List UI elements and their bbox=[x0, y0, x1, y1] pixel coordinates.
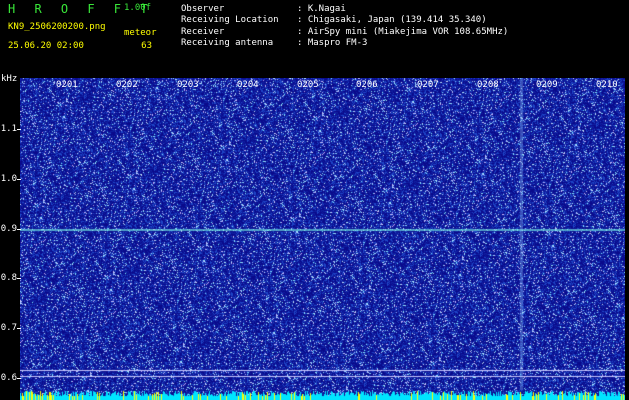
y-tick-mark bbox=[17, 278, 21, 279]
time-label: 0208 bbox=[477, 80, 499, 90]
time-label: 0201 bbox=[56, 80, 78, 90]
y-tick-label: 0.7 bbox=[0, 323, 17, 333]
time-label: 0203 bbox=[177, 80, 199, 90]
version-label: 1.00f bbox=[124, 3, 152, 13]
receiver-label: Receiver bbox=[181, 27, 225, 37]
y-tick-label: 0.8 bbox=[0, 273, 17, 283]
time-label: 0204 bbox=[237, 80, 259, 90]
y-tick-label: 0.9 bbox=[0, 224, 17, 234]
y-tick-label: 1.1 bbox=[0, 124, 17, 134]
y-tick-mark bbox=[17, 378, 21, 379]
antenna-value: : Maspro FM-3 bbox=[297, 38, 368, 48]
y-tick-label: 1.0 bbox=[0, 174, 17, 184]
meteor-count: 63 bbox=[141, 41, 152, 51]
y-tick-label: 0.6 bbox=[0, 373, 17, 383]
y-tick-mark bbox=[17, 229, 21, 230]
y-tick-mark bbox=[17, 179, 21, 180]
meteor-label: meteor bbox=[124, 28, 157, 38]
time-label: 0210 bbox=[596, 80, 618, 90]
datetime-label: 25.06.20 02:00 bbox=[8, 41, 84, 51]
spectrogram-plot bbox=[20, 78, 625, 400]
observer-label: Observer bbox=[181, 4, 225, 14]
receiver-value: : AirSpy mini (Miakejima VOR 108.65MHz) bbox=[297, 27, 509, 37]
time-label: 0207 bbox=[417, 80, 439, 90]
y-tick-mark bbox=[17, 328, 21, 329]
y-tick-mark bbox=[17, 129, 21, 130]
filename-label: KN9_2506200200.png bbox=[8, 22, 106, 32]
antenna-label: Receiving antenna bbox=[181, 38, 274, 48]
header-panel: H R O F F T 1.00f KN9_2506200200.png met… bbox=[0, 0, 629, 72]
observer-value: : K.Nagai bbox=[297, 4, 346, 14]
y-axis-unit: kHz bbox=[1, 74, 18, 84]
time-label: 0206 bbox=[356, 80, 378, 90]
time-label: 0205 bbox=[297, 80, 319, 90]
location-value: : Chigasaki, Japan (139.414 35.340) bbox=[297, 15, 487, 25]
time-label: 0202 bbox=[116, 80, 138, 90]
location-label: Receiving Location bbox=[181, 15, 279, 25]
time-label: 0209 bbox=[536, 80, 558, 90]
